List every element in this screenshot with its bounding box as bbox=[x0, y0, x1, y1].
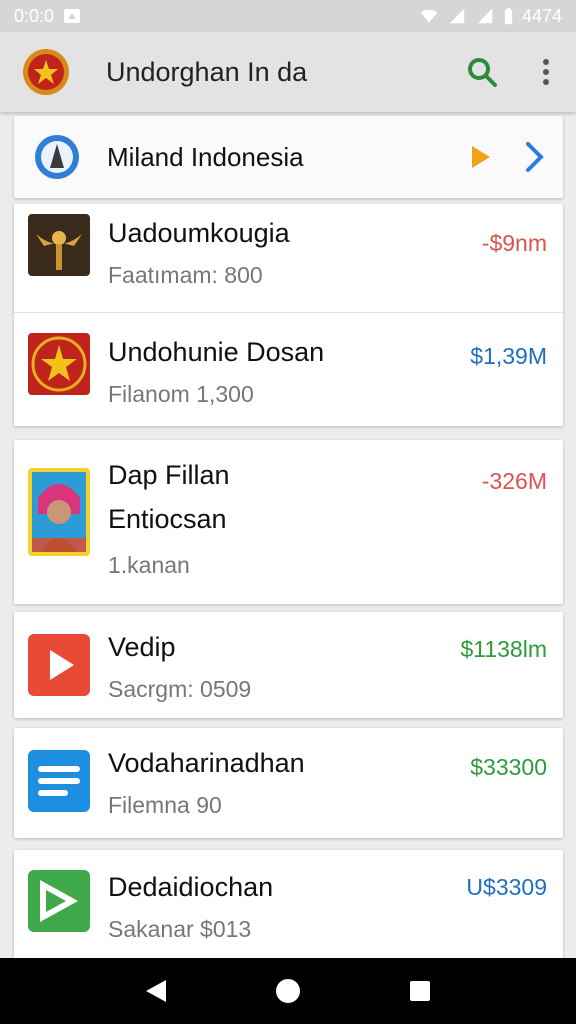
signal-icon bbox=[449, 8, 465, 24]
app-actions bbox=[462, 52, 556, 92]
search-icon bbox=[468, 58, 497, 87]
emblem-icon bbox=[28, 333, 90, 395]
list-item[interactable]: Vedip Sacrgm: 0509 $1138lm bbox=[14, 612, 563, 718]
banner-title: Miland Indonesia bbox=[107, 142, 304, 172]
app-bar: Undorghan In da bbox=[0, 32, 576, 112]
list-item[interactable]: Vodaharinadhan Filemna 90 $33300 bbox=[14, 728, 563, 838]
list-card: Dedaidiochan Sakanar $013 U$3309 bbox=[14, 850, 563, 960]
emblem-icon[interactable] bbox=[22, 48, 70, 96]
item-title: Vodaharinadhan bbox=[108, 748, 305, 778]
item-amount: $1138lm bbox=[460, 636, 547, 662]
list-card: Dap Fillan Entiocsan 1.kanan -326M bbox=[14, 440, 563, 604]
list-card: Vodaharinadhan Filemna 90 $33300 bbox=[14, 728, 563, 838]
status-right: 4474 bbox=[419, 6, 562, 27]
item-amount: U$3309 bbox=[466, 874, 547, 900]
item-amount: -326M bbox=[481, 468, 547, 494]
notification-icon bbox=[64, 9, 81, 23]
back-button[interactable] bbox=[136, 971, 176, 1011]
recents-button[interactable] bbox=[400, 971, 440, 1011]
app-circle-icon bbox=[35, 135, 79, 179]
item-subtitle: Filemna 90 bbox=[108, 792, 222, 818]
search-button[interactable] bbox=[462, 52, 502, 92]
banner-card[interactable]: Miland Indonesia bbox=[14, 116, 563, 198]
battery-icon bbox=[504, 7, 513, 25]
recents-icon bbox=[410, 981, 430, 1001]
list-item[interactable]: Dap Fillan Entiocsan 1.kanan -326M bbox=[14, 440, 563, 604]
navigation-bar bbox=[0, 958, 576, 1024]
back-icon bbox=[146, 980, 166, 1002]
play-arrow-icon[interactable] bbox=[470, 144, 492, 170]
item-title-line2: Entiocsan bbox=[108, 504, 227, 534]
item-thumbnail-icon bbox=[28, 214, 90, 276]
signal-icon-2 bbox=[477, 8, 493, 24]
item-title: Vedip bbox=[108, 632, 176, 662]
list-item[interactable]: Uadoumkougia Faatımam: 800 -$9nm bbox=[14, 204, 563, 312]
status-bar: 0:0:0 4474 bbox=[0, 0, 576, 32]
item-subtitle: Faatımam: 800 bbox=[108, 262, 263, 288]
item-title: Dap Fillan bbox=[108, 460, 230, 490]
item-amount: -$9nm bbox=[481, 230, 547, 256]
item-subtitle: Sacrgm: 0509 bbox=[108, 676, 252, 702]
item-amount: $33300 bbox=[470, 754, 547, 780]
item-subtitle: 1.kanan bbox=[108, 552, 190, 578]
list-card: Vedip Sacrgm: 0509 $1138lm bbox=[14, 612, 563, 718]
status-left: 0:0:0 bbox=[14, 6, 82, 27]
home-button[interactable] bbox=[268, 971, 308, 1011]
list-card: Uadoumkougia Faatımam: 800 -$9nm Undohun… bbox=[14, 204, 563, 426]
item-amount: $1,39M bbox=[470, 343, 547, 369]
item-subtitle: Filanom 1,300 bbox=[108, 381, 254, 407]
status-left-text: 0:0:0 bbox=[14, 5, 55, 26]
list-item[interactable]: Undohunie Dosan Filanom 1,300 $1,39M bbox=[14, 313, 563, 426]
item-title: Dedaidiochan bbox=[108, 872, 274, 902]
home-icon bbox=[276, 979, 300, 1003]
item-subtitle: Sakanar $013 bbox=[108, 916, 252, 942]
chevron-right-icon[interactable] bbox=[524, 140, 546, 174]
app-title: Undorghan In da bbox=[106, 56, 308, 87]
more-options-button[interactable] bbox=[536, 52, 556, 92]
wifi-icon bbox=[420, 9, 438, 23]
item-title: Uadoumkougia bbox=[108, 218, 290, 248]
more-vert-icon bbox=[543, 59, 549, 85]
profile-photo-icon bbox=[28, 468, 90, 556]
item-title: Undohunie Dosan bbox=[108, 337, 325, 367]
status-time: 4474 bbox=[521, 5, 562, 26]
document-icon bbox=[28, 750, 90, 812]
media-icon bbox=[28, 870, 90, 932]
list-item[interactable]: Dedaidiochan Sakanar $013 U$3309 bbox=[14, 850, 563, 960]
video-play-icon bbox=[28, 634, 90, 696]
